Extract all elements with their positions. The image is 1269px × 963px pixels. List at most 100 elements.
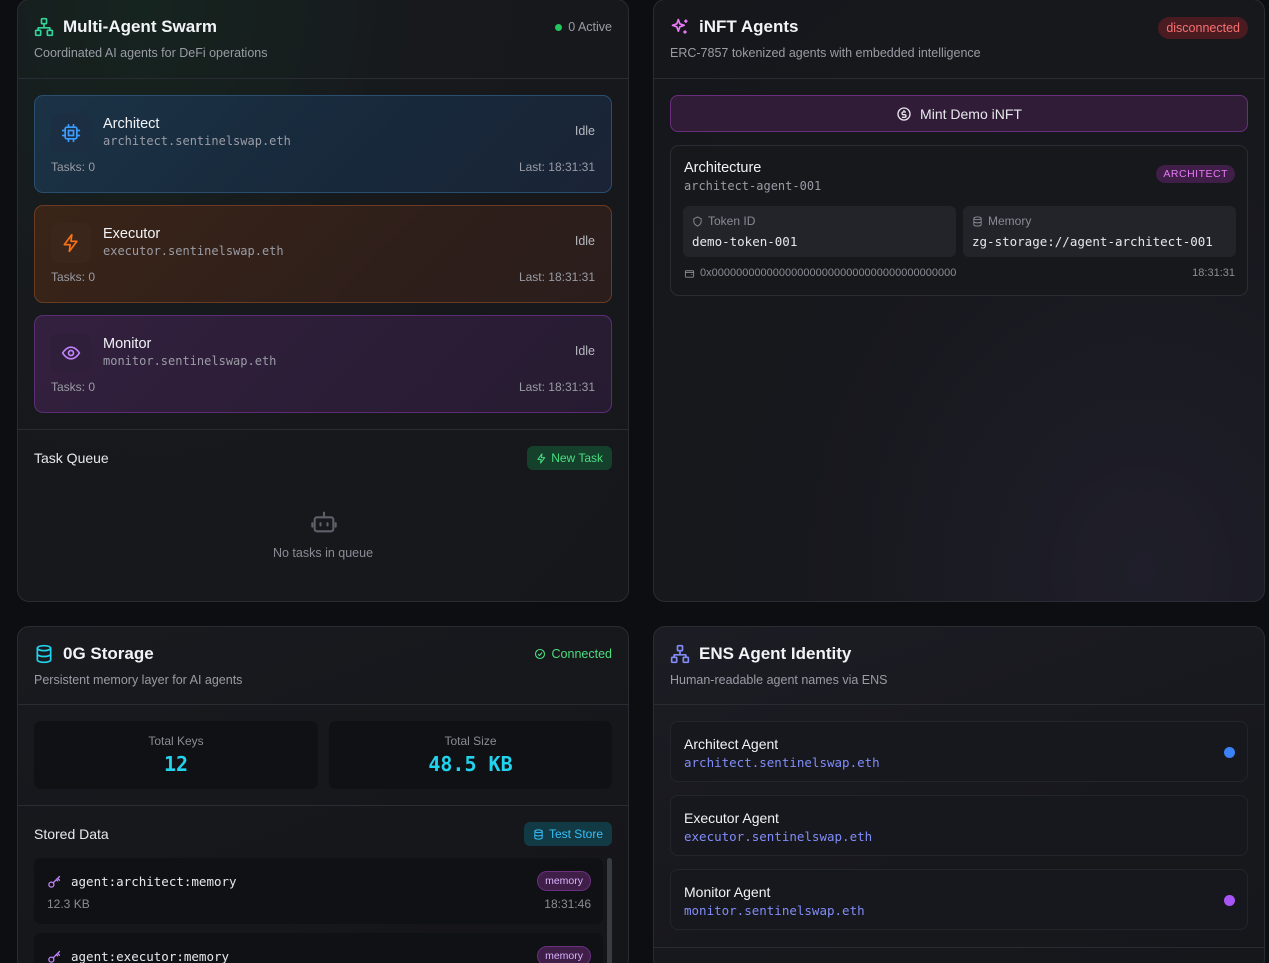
database-icon: [534, 828, 543, 840]
storage-title: 0G Storage: [63, 644, 154, 663]
stat-value: 12: [163, 752, 189, 776]
agent-tasks: Tasks: 0: [51, 160, 96, 174]
agent-ens: executor.sentinelswap.eth: [103, 244, 284, 258]
agent-name: Architect: [103, 116, 160, 132]
storage-panel: 0G Storage Persistent memory layer for A…: [17, 626, 629, 963]
agent-ens: monitor.sentinelswap.eth: [103, 354, 277, 368]
storage-status: Connected: [534, 647, 612, 661]
empty-queue-text: No tasks in queue: [272, 546, 374, 560]
robot-icon: [309, 508, 339, 541]
swarm-title: Multi-Agent Swarm: [63, 17, 217, 36]
memory-badge: memory: [537, 871, 591, 891]
token-id-label: Token ID: [708, 214, 756, 228]
wallet-icon: [684, 269, 695, 278]
agent-status: Idle: [574, 344, 595, 358]
inft-panel: iNFT Agents ERC-7857 tokenized agents wi…: [653, 0, 1265, 602]
stored-item[interactable]: agent:executor:memory memory: [34, 933, 603, 963]
ens-title: ENS Agent Identity: [699, 644, 852, 663]
coin-icon: [897, 106, 911, 121]
agent-last: Last: 18:31:31: [518, 270, 595, 284]
agent-name: Executor: [103, 226, 161, 242]
stored-item[interactable]: agent:architect:memory memory 12.3 KB 18…: [34, 858, 603, 924]
stored-size: 12.3 KB: [47, 897, 90, 911]
new-task-label: New Task: [551, 451, 603, 465]
lightning-icon: [537, 452, 546, 464]
inft-header: iNFT Agents ERC-7857 tokenized agents wi…: [654, 0, 1264, 79]
ens-subtitle: Human-readable agent names via ENS: [670, 673, 888, 687]
ens-agent-domain: executor.sentinelswap.eth: [684, 829, 873, 844]
stat-label: Total Size: [444, 734, 497, 748]
agent-status: Idle: [574, 234, 595, 248]
agent-last: Last: 18:31:31: [518, 160, 595, 174]
token-time: 18:31:31: [1192, 267, 1235, 279]
status-badge-label: disconnected: [1166, 21, 1240, 35]
token-id-box: Token ID demo-token-001: [683, 206, 956, 257]
network-icon: [34, 17, 54, 37]
connection-status-badge: disconnected: [1158, 17, 1248, 39]
memory-value: zg-storage://agent-architect-001: [972, 234, 1213, 249]
role-badge: ARCHITECT: [1156, 165, 1235, 183]
test-store-label: Test Store: [548, 827, 603, 841]
ens-panel: ENS Agent Identity Human-readable agent …: [653, 626, 1265, 963]
key-icon: [48, 950, 61, 963]
ens-header: ENS Agent Identity Human-readable agent …: [654, 627, 1264, 705]
stored-data-title: Stored Data: [34, 826, 109, 842]
check-circle-icon: [534, 648, 545, 660]
mint-button[interactable]: Mint Demo iNFT: [670, 95, 1248, 132]
divider: [18, 805, 628, 806]
swarm-subtitle: Coordinated AI agents for DeFi operation…: [34, 46, 268, 60]
storage-subtitle: Persistent memory layer for AI agents: [34, 673, 243, 687]
database-icon: [973, 215, 982, 227]
ens-agent-row[interactable]: Architect Agent architect.sentinelswap.e…: [670, 721, 1248, 782]
test-store-button[interactable]: Test Store: [523, 822, 612, 846]
swarm-header: Multi-Agent Swarm Coordinated AI agents …: [18, 0, 628, 79]
eye-icon: [51, 333, 91, 373]
database-icon: [34, 644, 54, 664]
inft-subtitle: ERC-7857 tokenized agents with embedded …: [670, 46, 981, 60]
agent-card-monitor[interactable]: Monitor monitor.sentinelswap.eth Idle Ta…: [34, 315, 612, 413]
stored-key: agent:executor:memory: [71, 949, 230, 963]
status-dot: [1224, 747, 1235, 758]
ens-agent-domain: monitor.sentinelswap.eth: [684, 903, 865, 918]
stored-time: 18:31:46: [544, 897, 591, 911]
divider: [18, 429, 628, 430]
agent-ens: architect.sentinelswap.eth: [103, 134, 291, 148]
network-icon: [670, 644, 690, 664]
mint-label: Mint Demo iNFT: [920, 105, 1022, 122]
agent-card-architect[interactable]: Architect architect.sentinelswap.eth Idl…: [34, 95, 612, 193]
inft-token-card[interactable]: Architecture architect-agent-001 ARCHITE…: [670, 145, 1248, 296]
task-queue-title: Task Queue: [34, 450, 109, 466]
ens-agent-row[interactable]: Monitor Agent monitor.sentinelswap.eth: [670, 869, 1248, 930]
memory-badge: memory: [537, 946, 591, 963]
storage-status-label: Connected: [551, 647, 612, 661]
token-name: Architecture: [684, 160, 762, 176]
ens-agent-name: Architect Agent: [684, 736, 779, 752]
key-icon: [48, 875, 61, 888]
ens-agent-name: Executor Agent: [684, 810, 779, 826]
token-address: 0x00000000000000000000000000000000000000…: [700, 267, 957, 279]
stat-total-size: Total Size 48.5 KB: [329, 721, 612, 789]
stored-key: agent:architect:memory: [71, 874, 237, 889]
sparkles-icon: [670, 17, 690, 37]
scrollbar[interactable]: [607, 858, 612, 963]
status-dot: [1224, 895, 1235, 906]
agent-tasks: Tasks: 0: [51, 380, 96, 394]
agent-card-executor[interactable]: Executor executor.sentinelswap.eth Idle …: [34, 205, 612, 303]
divider: [654, 947, 1264, 948]
ens-agent-name: Monitor Agent: [684, 884, 771, 900]
stat-value: 48.5 KB: [428, 752, 513, 776]
stat-total-keys: Total Keys 12: [34, 721, 318, 789]
inft-title: iNFT Agents: [699, 17, 799, 36]
stat-label: Total Keys: [148, 734, 204, 748]
storage-header: 0G Storage Persistent memory layer for A…: [18, 627, 628, 705]
active-dot: [555, 23, 563, 31]
cpu-icon: [51, 113, 91, 153]
agent-name: Monitor: [103, 336, 152, 352]
memory-label: Memory: [988, 214, 1032, 228]
new-task-button[interactable]: New Task: [527, 446, 612, 470]
ens-agent-row[interactable]: Executor Agent executor.sentinelswap.eth: [670, 795, 1248, 856]
active-count: 0 Active: [555, 20, 612, 34]
agent-last: Last: 18:31:31: [518, 380, 595, 394]
agent-status: Idle: [574, 124, 595, 138]
shield-icon: [693, 215, 702, 227]
